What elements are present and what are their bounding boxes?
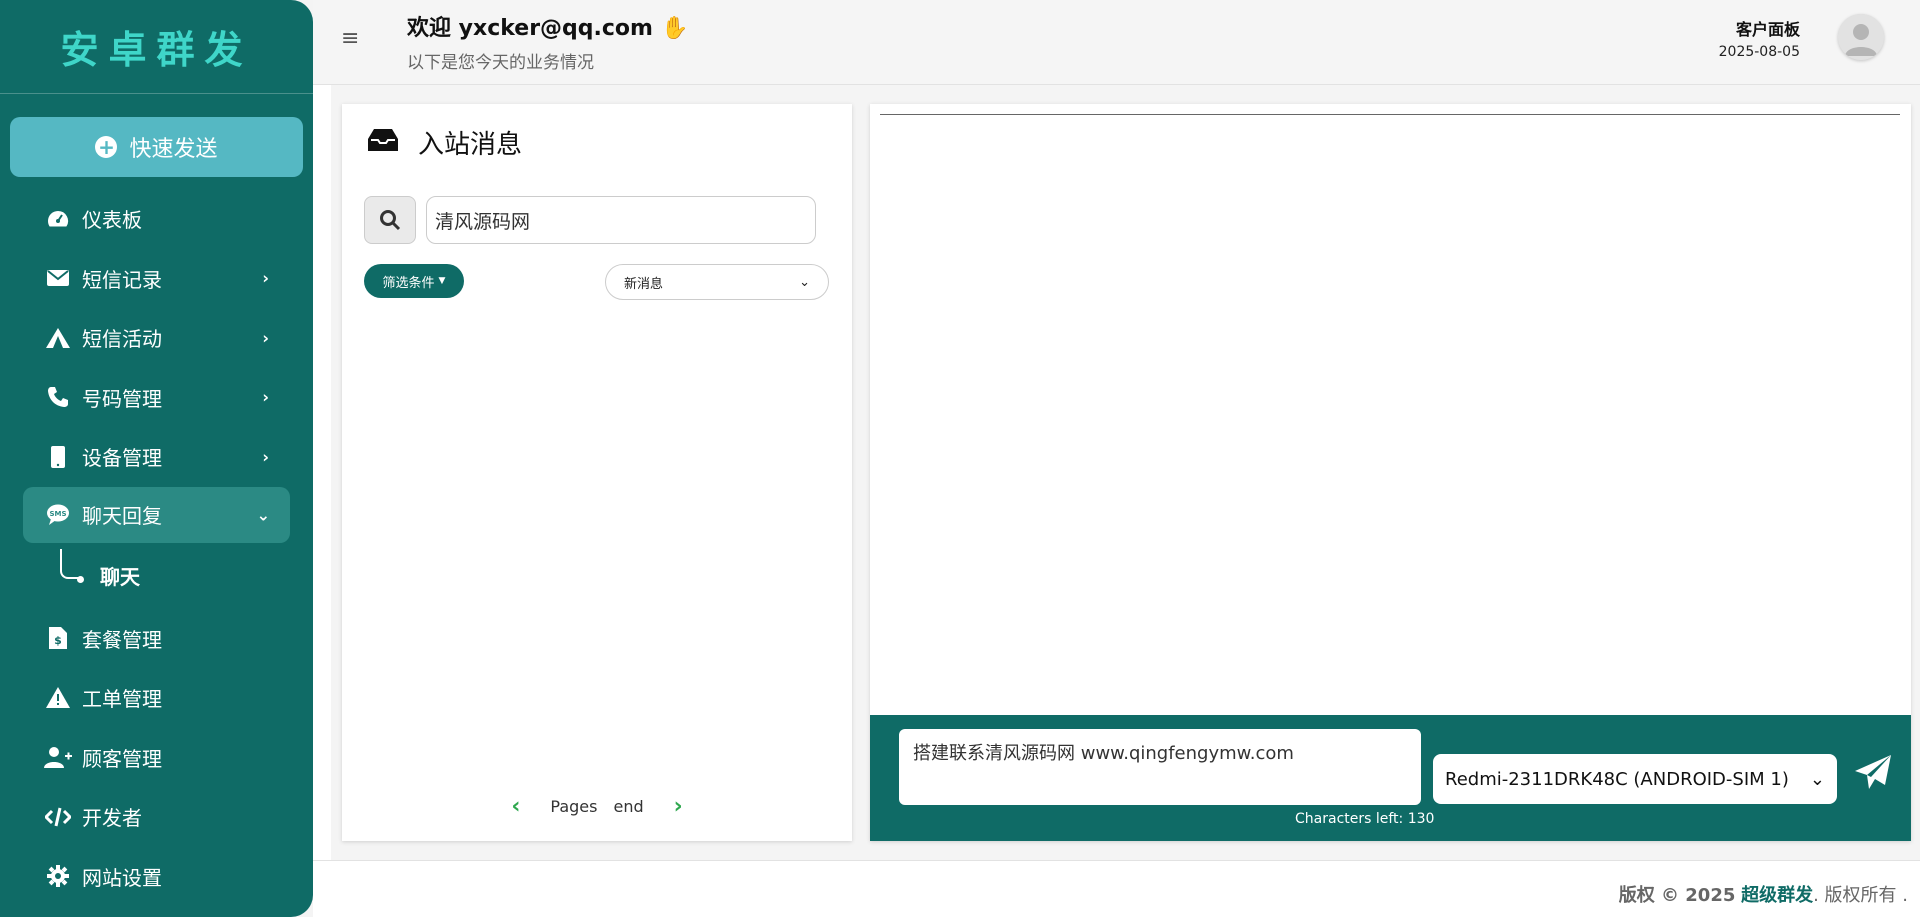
search-button[interactable] [364, 196, 416, 244]
copyright: 版权 © 2025 超级群发. 版权所有 . [1619, 881, 1908, 907]
chat-panel: 搭建联系清风源码网 www.qingfengymw.com Characters… [870, 104, 1911, 841]
plan-doc-icon: $ [44, 627, 72, 650]
svg-text:SMS: SMS [49, 510, 66, 518]
footer: 版权 © 2025 超级群发. 版权所有 . [313, 860, 1920, 917]
caret-down-icon: ▼ [438, 276, 446, 286]
paper-plane-icon [1855, 755, 1891, 789]
content-gutter [313, 85, 331, 860]
chevron-down-icon: ⌄ [1809, 768, 1825, 790]
message-type-value: 新消息 [624, 276, 664, 292]
welcome-heading: 欢迎 yxcker@qq.com ✋ [407, 10, 688, 42]
search-icon [380, 210, 401, 231]
chevron-right-icon: › [262, 268, 269, 288]
pagination: ‹ Pages end › [342, 794, 852, 819]
sidebar-item-label: 短信活动 [82, 327, 162, 352]
hamburger-menu-icon[interactable]: ≡ [341, 26, 359, 51]
sidebar-item-sms-campaign[interactable]: 短信活动 › [0, 308, 313, 368]
welcome-text: 欢迎 yxcker@qq.com [407, 16, 653, 41]
sidebar-item-label: 仪表板 [82, 208, 142, 233]
characters-left: Characters left: 130 [1295, 811, 1435, 827]
sidebar-item-developer[interactable]: 开发者 [0, 787, 313, 847]
message-type-select[interactable]: 新消息 ⌄ [605, 264, 829, 300]
chevron-right-icon: › [262, 387, 269, 407]
sidebar-item-label: 开发者 [82, 806, 142, 831]
panel-title: 客户面板 [1735, 20, 1800, 39]
brand-logo[interactable]: 安卓群发 [0, 0, 313, 94]
device-select-value: Redmi-2311DRK48C (ANDROID-SIM 1) [1445, 768, 1789, 790]
next-page-button[interactable]: › [674, 794, 683, 819]
device-select[interactable]: Redmi-2311DRK48C (ANDROID-SIM 1) ⌄ [1433, 754, 1837, 804]
sidebar-item-customer-management[interactable]: 顾客管理 [0, 728, 313, 788]
bullet-dot [77, 575, 84, 583]
prev-page-button[interactable]: ‹ [511, 794, 520, 819]
sidebar-item-chat-reply[interactable]: SMS 聊天回复 ⌄ [23, 486, 290, 543]
sidebar-item-label: 网站设置 [82, 865, 162, 890]
filter-label: 筛选条件 [382, 275, 435, 291]
search-input[interactable] [426, 196, 816, 244]
chevron-right-icon: › [262, 328, 269, 348]
sidebar: 安卓群发 + 快速发送 仪表板 短信记录 › 短信活动 › 号码管理 › 设备管… [0, 0, 313, 917]
campaign-icon [44, 327, 72, 348]
sidebar-item-label: 套餐管理 [82, 627, 162, 652]
svg-text:$: $ [54, 634, 62, 647]
gear-icon [44, 865, 72, 888]
message-textarea[interactable]: 搭建联系清风源码网 www.qingfengymw.com [899, 729, 1421, 805]
sidebar-item-label: 号码管理 [82, 386, 162, 411]
user-plus-icon [44, 746, 72, 769]
chevron-down-icon: ⌄ [256, 505, 270, 524]
phone-icon [44, 386, 72, 408]
sidebar-item-ticket-management[interactable]: 工单管理 [0, 668, 313, 728]
sidebar-item-label: 顾客管理 [82, 746, 162, 771]
quick-send-label: 快速发送 [129, 137, 218, 162]
inbox-panel: 入站消息 筛选条件▼ 新消息 ⌄ ‹ Pages end › [342, 104, 852, 841]
quick-send-button[interactable]: + 快速发送 [10, 117, 303, 177]
tree-connector [60, 548, 82, 579]
dashboard-icon [44, 210, 72, 228]
envelope-icon [44, 270, 72, 287]
sidebar-item-label: 短信记录 [82, 267, 162, 292]
sidebar-item-plan-management[interactable]: $ 套餐管理 [0, 609, 313, 669]
inbox-title-text: 入站消息 [418, 130, 523, 160]
avatar[interactable] [1838, 14, 1884, 60]
pages-label: Pages [550, 797, 598, 816]
sidebar-item-site-settings[interactable]: 网站设置 [0, 847, 313, 907]
compose-bar: 搭建联系清风源码网 www.qingfengymw.com Characters… [870, 715, 1911, 841]
send-button[interactable] [1853, 753, 1897, 797]
chevron-right-icon: › [262, 447, 269, 467]
chat-divider [880, 114, 1900, 115]
sidebar-item-device-management[interactable]: 设备管理 › [0, 427, 313, 487]
sidebar-subitem-chat[interactable]: 聊天 [0, 543, 313, 609]
welcome-subtitle: 以下是您今天的业务情况 [407, 53, 594, 73]
inbox-tray-icon [368, 128, 398, 157]
sidebar-item-label: 设备管理 [82, 446, 162, 471]
filter-dropdown-button[interactable]: 筛选条件 ▼ [364, 264, 464, 298]
user-avatar-icon [1838, 14, 1884, 60]
sidebar-item-label: 工单管理 [82, 687, 162, 712]
code-icon [44, 807, 72, 827]
sidebar-item-label: 聊天回复 [82, 504, 162, 528]
panel-date: 2025-08-05 [1718, 44, 1800, 60]
sidebar-item-sms-records[interactable]: 短信记录 › [0, 249, 313, 309]
mobile-icon [44, 445, 72, 468]
sidebar-subitem-label: 聊天 [100, 565, 140, 589]
wave-hand-icon: ✋ [660, 16, 689, 41]
warning-icon [44, 687, 72, 709]
copyright-suffix: . 版权所有 . [1813, 885, 1908, 906]
footer-brand-link[interactable]: 超级群发 [1741, 885, 1813, 906]
inbox-title: 入站消息 [368, 124, 522, 161]
top-header: ≡ 欢迎 yxcker@qq.com ✋ 以下是您今天的业务情况 客户面板 202… [313, 0, 1920, 85]
sms-chat-icon: SMS [44, 504, 72, 526]
sidebar-item-number-management[interactable]: 号码管理 › [0, 368, 313, 428]
brand-title: 安卓群发 [60, 28, 253, 72]
copyright-prefix: 版权 © 2025 [1618, 885, 1736, 906]
pages-value: end [613, 797, 644, 816]
plus-circle-icon: + [95, 136, 118, 158]
sidebar-item-dashboard[interactable]: 仪表板 [0, 189, 313, 249]
chevron-down-icon: ⌄ [799, 274, 810, 290]
